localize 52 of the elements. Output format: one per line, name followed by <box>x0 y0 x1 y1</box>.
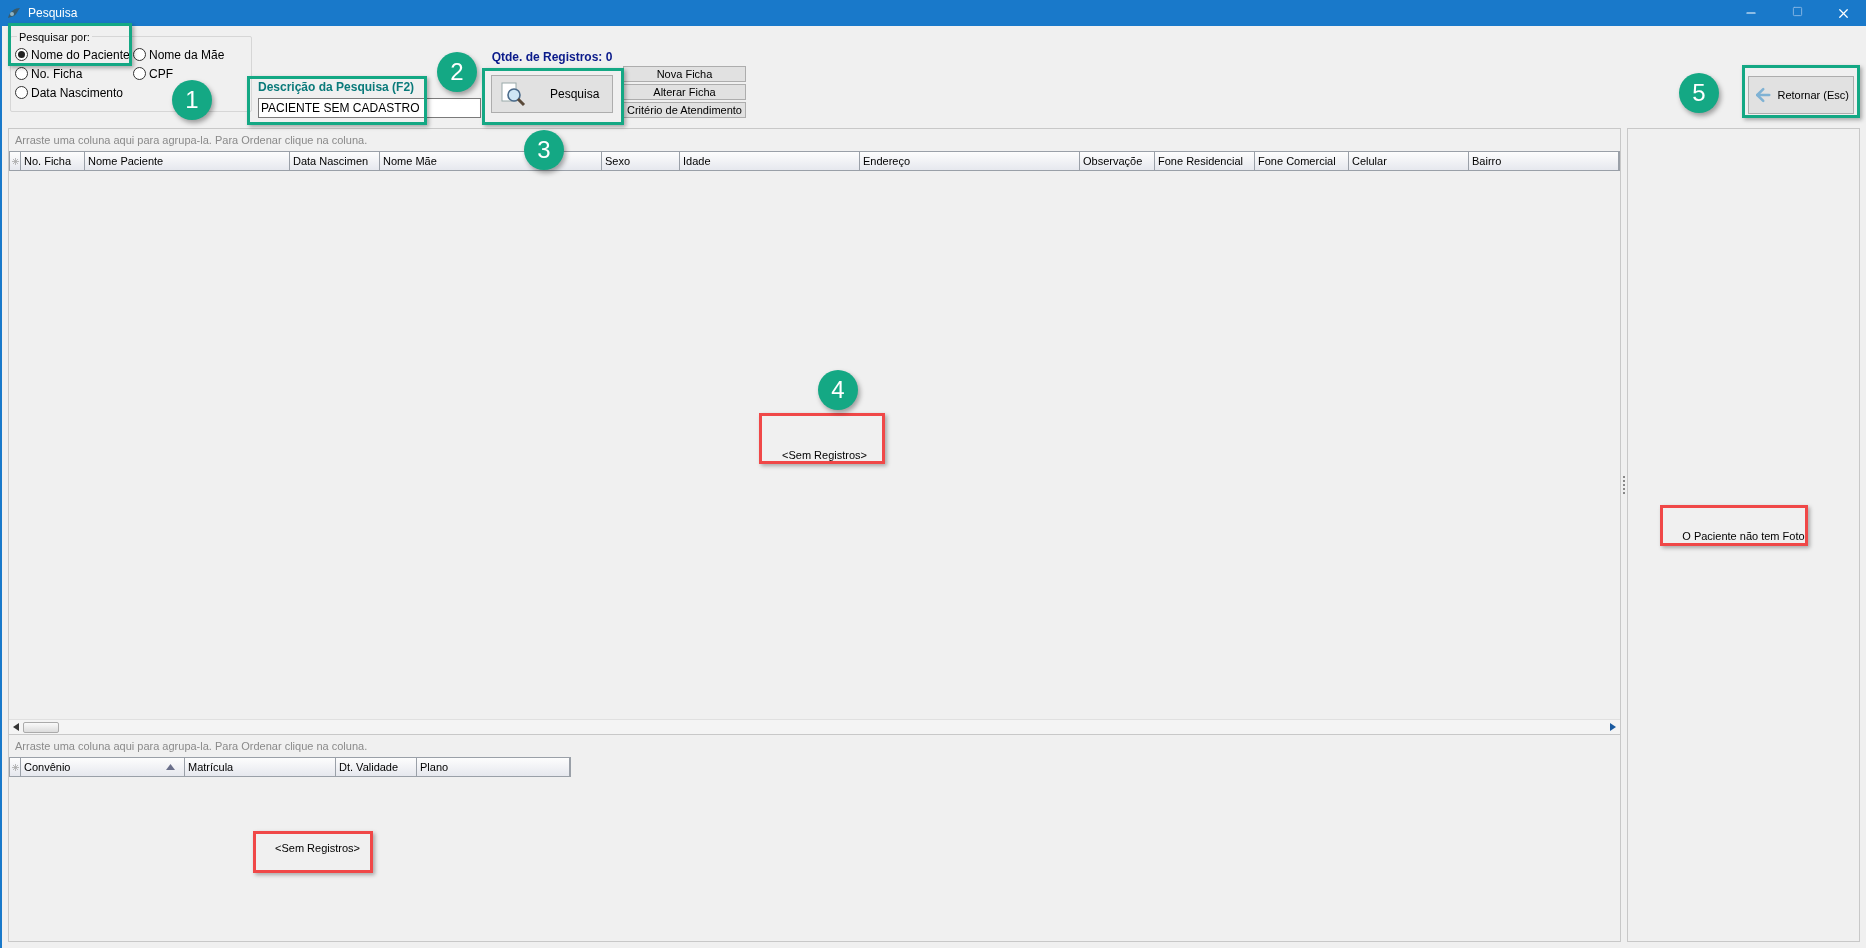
column-header[interactable]: Dt. Validade <box>336 758 417 776</box>
no-photo-message: O Paciente não tem Foto <box>1682 529 1805 544</box>
record-count: Qtde. de Registros: 0 <box>491 50 613 65</box>
column-header[interactable]: Idade <box>680 152 860 170</box>
group-hint: Arraste uma coluna aqui para agrupa-la. Para Ordenar clique na coluna. <box>15 738 368 754</box>
column-header[interactable]: Data Nascimen <box>290 152 380 170</box>
return-button[interactable]: Retornar (Esc) <box>1748 76 1854 114</box>
empty-message: <Sem Registros> <box>275 842 360 854</box>
radio-option[interactable]: Data Nascimento <box>15 83 133 102</box>
column-header[interactable]: Matrícula <box>185 758 336 776</box>
field-label: Descrição da Pesquisa (F2) <box>258 79 416 96</box>
radio-option[interactable]: No. Ficha <box>15 64 133 83</box>
callout-badge: 3 <box>524 130 564 170</box>
column-header[interactable]: Fone Residencial <box>1155 152 1255 170</box>
column-header[interactable]: Convênio <box>21 758 185 776</box>
column-header[interactable]: Sexo <box>602 152 680 170</box>
group-hint: Arraste uma coluna aqui para agrupa-la. Para Ordenar clique na coluna. <box>15 132 368 148</box>
radio-option[interactable]: CPF <box>133 64 247 83</box>
horizontal-scrollbar[interactable] <box>9 719 1620 734</box>
window-title: Pesquisa <box>28 5 78 22</box>
radio-button[interactable] <box>133 48 146 61</box>
column-header[interactable]: Observaçõe <box>1080 152 1155 170</box>
radio-button[interactable] <box>15 67 28 80</box>
radio-button[interactable] <box>133 67 146 80</box>
radio-button[interactable] <box>15 48 28 61</box>
radio-option[interactable]: Nome do Paciente <box>15 45 133 64</box>
column-header[interactable]: Nome Paciente <box>85 152 290 170</box>
callout-badge: 5 <box>1679 73 1719 113</box>
radio-option[interactable]: Nome da Mãe <box>133 45 247 64</box>
splitter-handle[interactable] <box>1622 476 1625 494</box>
callout-badge: 4 <box>818 370 858 410</box>
column-header[interactable]: Endereço <box>860 152 1080 170</box>
empty-message: <Sem Registros> <box>782 447 867 463</box>
scroll-left-icon[interactable] <box>13 723 19 731</box>
column-header[interactable]: Bairro <box>1469 152 1619 170</box>
action-button[interactable]: Critério de Atendimento <box>623 102 746 118</box>
callout-badge: 1 <box>172 80 212 120</box>
search-field[interactable]: PACIENTE SEM CADASTRO <box>258 98 481 118</box>
document-magnifier-icon <box>500 81 526 107</box>
scroll-right-icon[interactable] <box>1610 723 1616 731</box>
action-button[interactable]: Alterar Ficha <box>623 84 746 100</box>
sort-arrow-icon <box>166 764 175 770</box>
radio-button[interactable] <box>15 86 28 99</box>
scroll-thumb[interactable] <box>23 721 59 733</box>
column-header[interactable]: No. Ficha <box>21 152 85 170</box>
search-button[interactable]: Pesquisa <box>491 75 613 113</box>
column-header[interactable]: Celular <box>1349 152 1469 170</box>
column-header[interactable]: Plano <box>417 758 570 776</box>
column-header[interactable]: Fone Comercial <box>1255 152 1349 170</box>
action-button[interactable]: Nova Ficha <box>623 66 746 82</box>
callout-badge: 2 <box>437 52 477 92</box>
app-icon <box>6 5 22 21</box>
